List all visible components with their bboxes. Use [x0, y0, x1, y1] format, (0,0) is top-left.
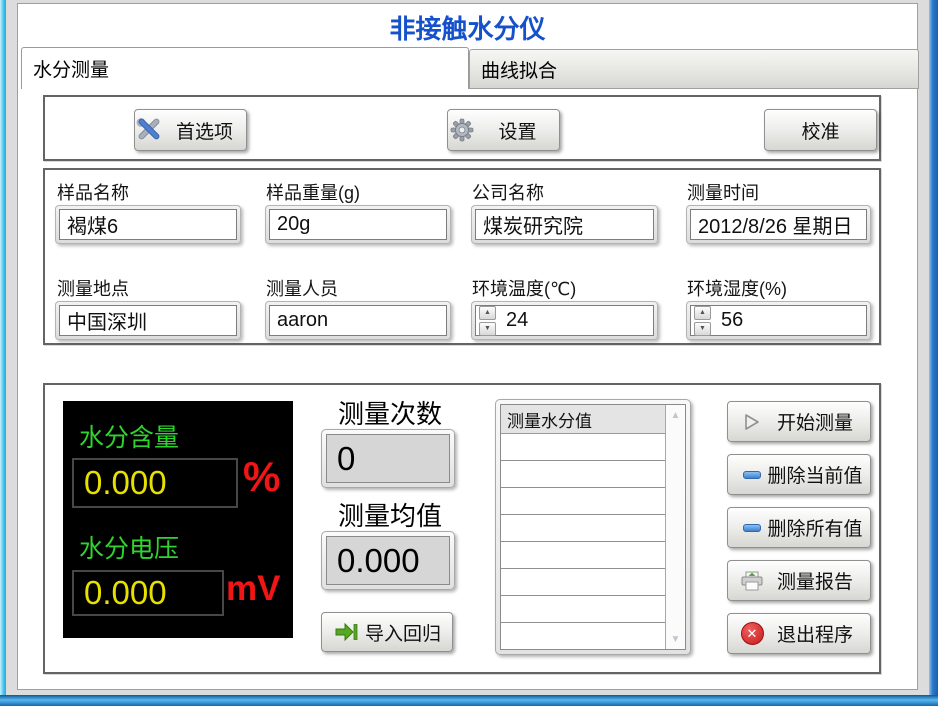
operator-field-frame [265, 301, 451, 340]
measure-time-label: 测量时间 [687, 179, 759, 205]
tab-moisture-measure-label: 水分测量 [33, 55, 109, 82]
printer-icon [738, 571, 766, 591]
toolbar-panel: 首选项 设置 [43, 95, 881, 161]
moisture-voltage-cell: 0.000 [72, 570, 224, 616]
spin-down-icon[interactable]: ▼ [694, 322, 711, 336]
sample-name-field-frame [55, 205, 241, 244]
delete-all-label: 删除所有值 [766, 514, 864, 541]
exit-icon: ✕ [738, 622, 766, 645]
preferences-button[interactable]: 首选项 [134, 109, 247, 151]
import-regression-button[interactable]: 导入回归 [321, 612, 453, 652]
scroll-up-icon[interactable]: ▲ [666, 405, 685, 425]
list-item[interactable] [501, 542, 665, 569]
start-measure-label: 开始测量 [766, 408, 864, 435]
desktop: 非接触水分仪 水分测量 曲线拟合 首选项 [0, 0, 938, 706]
sample-weight-field-frame [265, 205, 451, 244]
moisture-content-unit: % [243, 453, 280, 501]
list-item[interactable] [501, 434, 665, 461]
moisture-list-frame: 测量水分值 ▲ ▼ [495, 399, 691, 655]
measure-report-label: 测量报告 [766, 567, 864, 594]
sample-info-panel: 样品名称 样品重量(g) 公司名称 测量时间 测量地点 测量人员 环境温度(℃)… [43, 168, 881, 345]
delete-current-label: 删除当前值 [766, 461, 864, 488]
operator-label: 测量人员 [266, 275, 338, 301]
measure-average-label: 测量均值 [315, 496, 465, 533]
gear-icon [448, 118, 476, 142]
humidity-input[interactable] [714, 309, 866, 332]
spin-up-icon[interactable]: ▲ [694, 306, 711, 320]
temperature-input[interactable] [499, 309, 653, 332]
measure-time-input[interactable] [691, 213, 866, 236]
moisture-content-value: 0.000 [74, 464, 167, 502]
tab-moisture-measure[interactable]: 水分测量 [21, 47, 469, 89]
location-label: 测量地点 [57, 275, 129, 301]
sample-weight-input[interactable] [270, 213, 446, 236]
sample-weight-label: 样品重量(g) [266, 179, 360, 205]
moisture-list-header: 测量水分值 [501, 405, 665, 434]
temperature-label: 环境温度(℃) [472, 275, 576, 301]
measure-count-box: 0 [321, 429, 455, 488]
tab-curve-fitting[interactable]: 曲线拟合 [469, 49, 919, 89]
list-item[interactable] [501, 461, 665, 488]
humidity-label: 环境湿度(%) [687, 275, 787, 301]
sample-name-input[interactable] [60, 213, 236, 236]
calibrate-button-label: 校准 [801, 117, 839, 144]
import-arrow-icon [332, 623, 360, 641]
location-input[interactable] [60, 309, 236, 332]
measure-average-box: 0.000 [321, 531, 455, 590]
measurement-panel: 水分含量 0.000 % 水分电压 0.000 mV 测量次数 0 测量均值 0… [43, 383, 881, 674]
operator-input[interactable] [270, 309, 446, 332]
page-title: 非接触水分仪 [18, 9, 917, 46]
settings-button-label: 设置 [476, 117, 559, 144]
preferences-button-label: 首选项 [163, 117, 246, 144]
sample-name-label: 样品名称 [57, 179, 129, 205]
calibrate-button[interactable]: 校准 [764, 109, 877, 151]
moisture-voltage-label: 水分电压 [79, 529, 179, 565]
humidity-spinner: ▲ ▼ [694, 306, 711, 336]
settings-button[interactable]: 设置 [447, 109, 560, 151]
play-icon [738, 412, 766, 432]
scroll-down-icon[interactable]: ▼ [666, 629, 685, 649]
humidity-field-frame: ▲ ▼ [686, 301, 871, 340]
measure-average-value: 0.000 [326, 536, 450, 585]
tab-curve-fitting-label: 曲线拟合 [481, 56, 557, 83]
moisture-content-cell: 0.000 [72, 458, 238, 508]
measure-time-field-frame [686, 205, 871, 244]
exit-program-button[interactable]: ✕ 退出程序 [727, 613, 871, 654]
location-field-frame [55, 301, 241, 340]
company-field-frame [471, 205, 658, 244]
company-label: 公司名称 [472, 179, 544, 205]
company-input[interactable] [476, 213, 653, 236]
desktop-edge-left [0, 0, 6, 706]
lcd-display: 水分含量 0.000 % 水分电压 0.000 mV [63, 401, 293, 638]
temperature-field-frame: ▲ ▼ [471, 301, 658, 340]
windows-taskbar[interactable] [0, 695, 938, 706]
temperature-spinner: ▲ ▼ [479, 306, 496, 336]
desktop-edge-right [929, 0, 938, 706]
delete-all-button[interactable]: 删除所有值 [727, 507, 871, 548]
delete-current-button[interactable]: 删除当前值 [727, 454, 871, 495]
exit-program-label: 退出程序 [766, 620, 864, 647]
measure-count-value: 0 [326, 434, 450, 483]
list-item[interactable] [501, 596, 665, 623]
app-window: 非接触水分仪 水分测量 曲线拟合 首选项 [17, 3, 918, 690]
moisture-listbox[interactable]: 测量水分值 ▲ ▼ [500, 404, 686, 650]
spin-up-icon[interactable]: ▲ [479, 306, 496, 320]
measure-report-button[interactable]: 测量报告 [727, 560, 871, 601]
tools-icon [135, 118, 163, 142]
import-regression-label: 导入回归 [360, 619, 446, 646]
list-scrollbar[interactable]: ▲ ▼ [665, 405, 685, 649]
moisture-voltage-value: 0.000 [74, 574, 167, 612]
measure-count-label: 测量次数 [315, 394, 465, 431]
spin-down-icon[interactable]: ▼ [479, 322, 496, 336]
minus-icon [738, 524, 766, 532]
minus-icon [738, 471, 766, 479]
list-item[interactable] [501, 623, 665, 650]
moisture-voltage-unit: mV [226, 569, 280, 609]
list-item[interactable] [501, 488, 665, 515]
list-item[interactable] [501, 515, 665, 542]
start-measure-button[interactable]: 开始测量 [727, 401, 871, 442]
moisture-content-label: 水分含量 [79, 418, 179, 454]
list-item[interactable] [501, 569, 665, 596]
